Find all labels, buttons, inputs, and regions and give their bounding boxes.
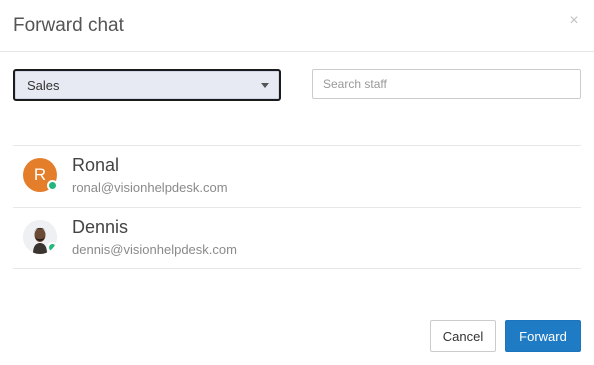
avatar — [23, 220, 57, 254]
online-status-dot — [47, 242, 57, 253]
department-select[interactable]: Sales — [13, 69, 281, 101]
dialog-title: Forward chat — [13, 15, 124, 36]
caret-down-icon — [261, 83, 269, 88]
dialog-header: Forward chat × — [0, 0, 594, 52]
cancel-button[interactable]: Cancel — [430, 320, 496, 352]
forward-button[interactable]: Forward — [505, 320, 581, 352]
online-status-dot — [47, 180, 58, 191]
search-staff-input[interactable] — [312, 69, 581, 99]
staff-list: R Ronal ronal@visionhelpdesk.com Dennis … — [13, 145, 581, 269]
avatar: R — [23, 158, 58, 192]
department-select-value: Sales — [27, 78, 60, 93]
staff-email: dennis@visionhelpdesk.com — [72, 242, 237, 257]
close-icon[interactable]: × — [567, 12, 581, 30]
staff-name: Dennis — [72, 217, 129, 237]
staff-row-ronal[interactable]: R Ronal ronal@visionhelpdesk.com — [13, 145, 581, 207]
staff-name: Ronal — [72, 155, 120, 175]
staff-row-dennis[interactable]: Dennis dennis@visionhelpdesk.com — [13, 207, 581, 269]
staff-email: ronal@visionhelpdesk.com — [72, 180, 228, 195]
avatar-initial: R — [33, 165, 47, 184]
forward-chat-dialog: Forward chat × Sales R Ronal ronal@visio… — [0, 0, 594, 365]
